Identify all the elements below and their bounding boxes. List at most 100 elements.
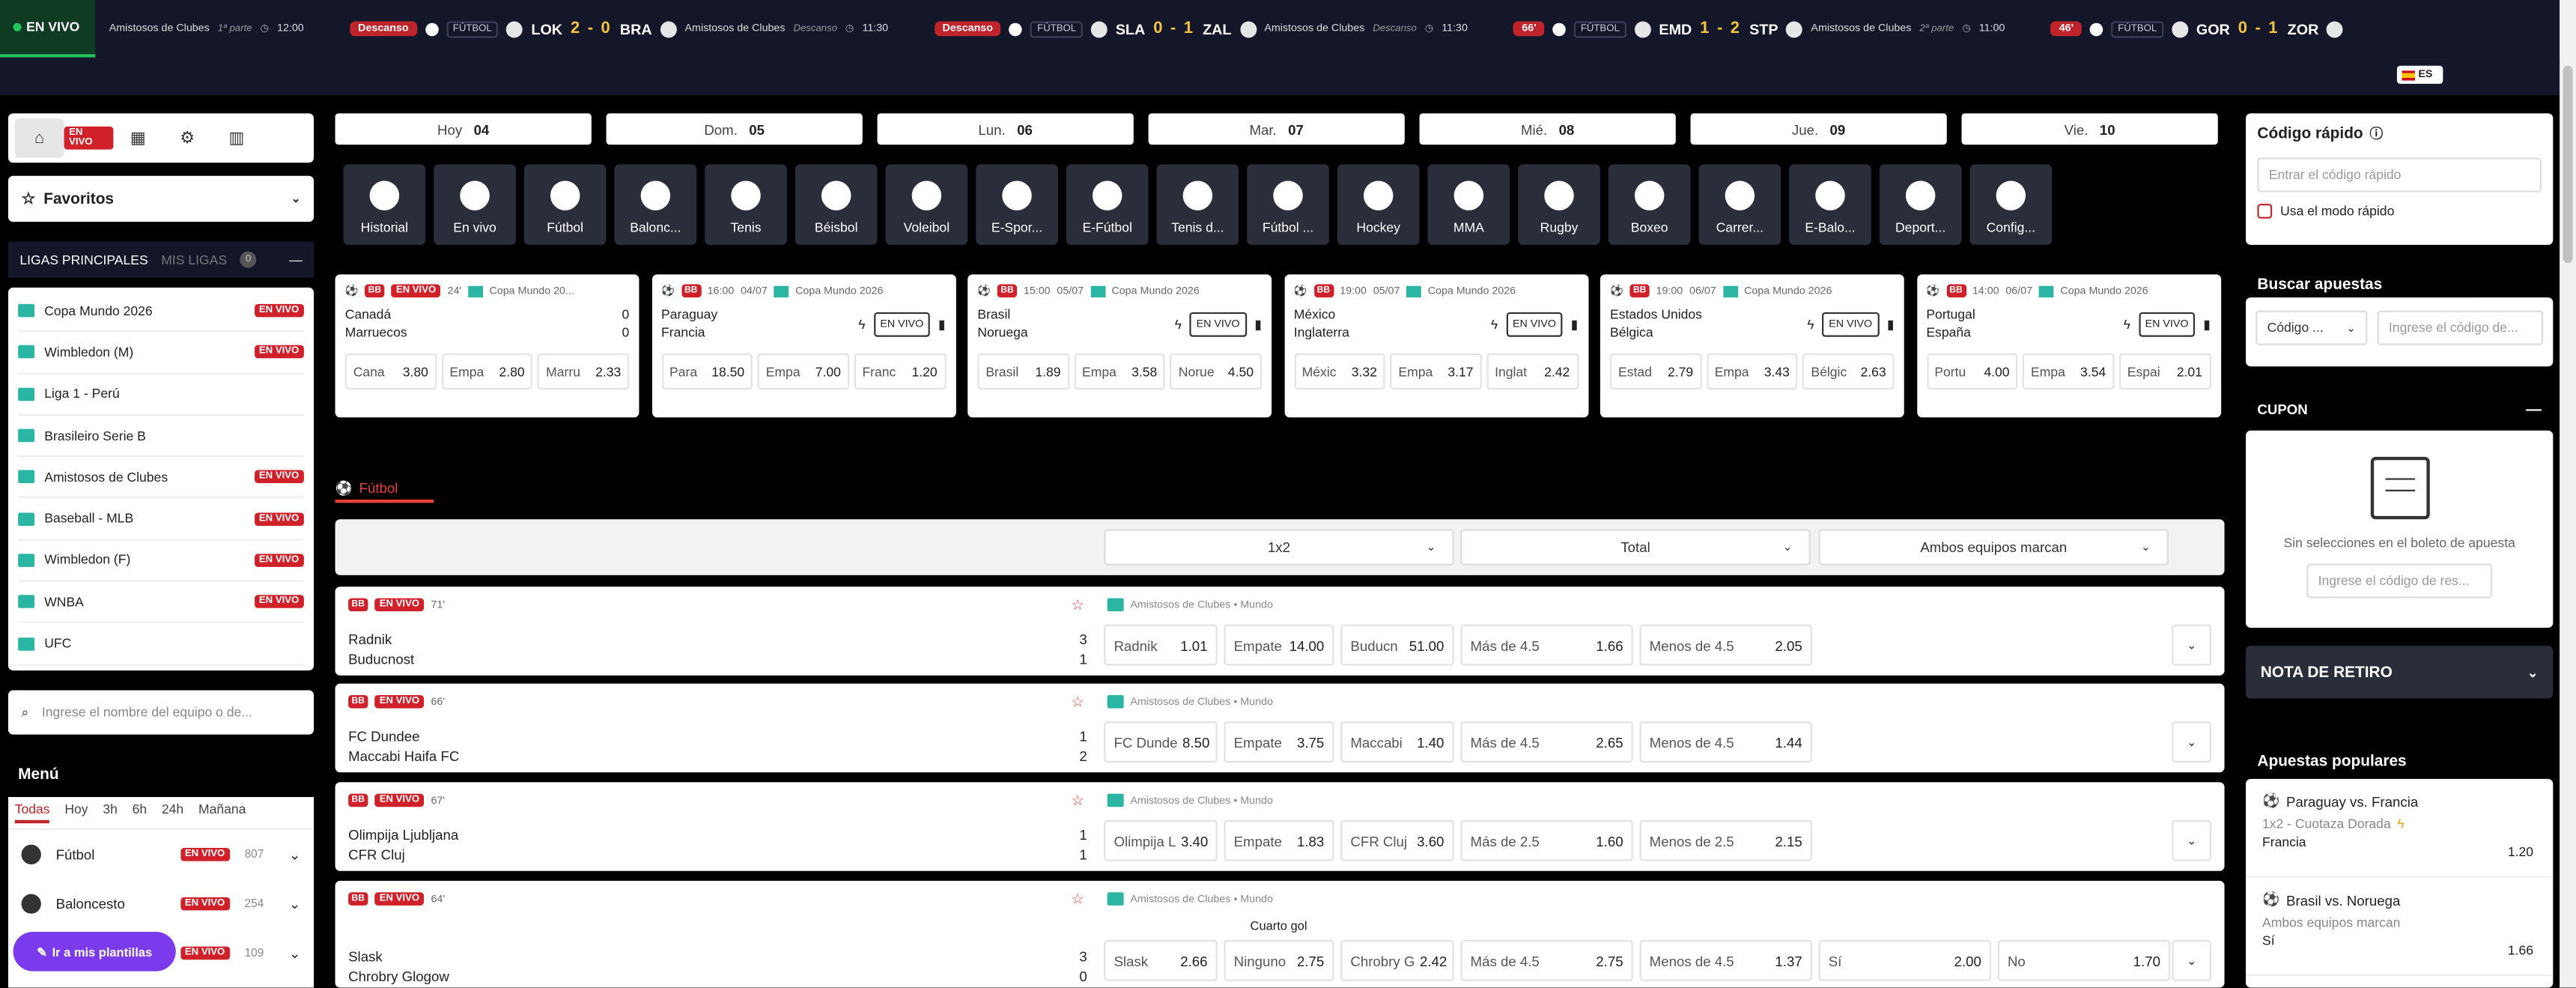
- bet-code-input[interactable]: Ingrese el código de...: [2377, 310, 2544, 345]
- sport-tile[interactable]: Hockey: [1337, 164, 1420, 245]
- date-tab[interactable]: Vie. 10: [1961, 113, 2218, 145]
- odd-button[interactable]: Maccabi 1.40: [1340, 721, 1454, 763]
- sport-tile[interactable]: Tenis d...: [1156, 164, 1239, 245]
- expand-button[interactable]: ⌄: [2172, 721, 2211, 763]
- league-item[interactable]: Amistosos de Clubes EN VIVO: [18, 457, 304, 499]
- menu-sport-row[interactable]: Baloncesto EN VIVO 254 ⌄: [8, 879, 314, 929]
- expand-button[interactable]: ⌄: [2172, 939, 2211, 981]
- odd-button[interactable]: Franc 1.20: [854, 353, 946, 390]
- featured-match-card[interactable]: ⚽ BB 19:00 06/07 Copa Mundo 2026 Estados Unid…: [1600, 274, 1904, 418]
- odd-button[interactable]: Buducn 51.00: [1340, 624, 1454, 666]
- date-tab[interactable]: Lun. 06: [877, 113, 1134, 145]
- odd-button[interactable]: Sí 2.00: [1818, 939, 1992, 981]
- odd-button[interactable]: Empa 7.00: [757, 353, 849, 390]
- ticker-item[interactable]: Amistosos de Clubes 1ª parte ◷ 12:00: [109, 23, 304, 34]
- featured-match-card[interactable]: ⚽ BB 14:00 06/07 Copa Mundo 2026 Portugal Espa…: [1916, 274, 2221, 418]
- odd-button[interactable]: Olimpija L 3.40: [1104, 819, 1218, 861]
- league-item[interactable]: Wimbledon (M) EN VIVO: [18, 333, 304, 375]
- ticker-live-toggle[interactable]: EN VIVO: [0, 0, 97, 58]
- odd-button[interactable]: Empa 2.80: [441, 353, 533, 390]
- odd-button[interactable]: Menos de 2.5 2.15: [1639, 819, 1812, 861]
- section-tab-futbol[interactable]: ⚽ Fútbol: [335, 476, 434, 503]
- sport-tile[interactable]: Rugby: [1518, 164, 1600, 245]
- date-tab[interactable]: Dom. 05: [606, 113, 863, 145]
- sport-tile[interactable]: Historial: [343, 164, 426, 245]
- menu-tab[interactable]: 6h: [133, 802, 148, 824]
- odd-button[interactable]: Ninguno 2.75: [1224, 939, 1334, 981]
- odd-button[interactable]: Cana 3.80: [344, 353, 437, 390]
- code-type-select[interactable]: Código ... ⌄: [2255, 310, 2368, 345]
- tab-main-leagues[interactable]: LIGAS PRINCIPALES: [19, 252, 148, 267]
- odd-button[interactable]: Empate 14.00: [1224, 624, 1334, 666]
- sport-tile[interactable]: E-Balo...: [1789, 164, 1871, 245]
- match-row[interactable]: BB EN VIVO 67' ☆ Amistosos de Clubes • Mundo…: [335, 782, 2225, 871]
- favorites-toggle[interactable]: ☆ Favoritos ⌄: [7, 175, 315, 222]
- featured-match-card[interactable]: ⚽ BB EN VIVO 24' Copa Mundo 20... Canadá Marru…: [335, 274, 640, 418]
- sport-tile[interactable]: Béisbol: [795, 164, 878, 245]
- odd-button[interactable]: Más de 2.5 1.60: [1460, 819, 1633, 861]
- tab-my-leagues[interactable]: MIS LIGAS: [161, 252, 227, 267]
- odd-button[interactable]: Bélgic 2.63: [1802, 353, 1895, 390]
- odd-button[interactable]: Más de 4.5 2.75: [1460, 939, 1633, 981]
- league-item[interactable]: UFC: [18, 623, 304, 665]
- sport-tile[interactable]: Fútbol ...: [1247, 164, 1329, 245]
- sport-tile[interactable]: MMA: [1427, 164, 1510, 245]
- popular-bet[interactable]: ⚽ Paraguay vs. Francia 1x2 - Cuotaza Dorad…: [2246, 779, 2554, 878]
- favorite-star-icon[interactable]: ☆: [1071, 891, 1084, 909]
- ticker-match[interactable]: 46' FÚTBOL GOR 0 - 1 ZOR: [2050, 19, 2368, 37]
- page-scrollbar[interactable]: [2560, 0, 2576, 988]
- booking-code-input[interactable]: Ingrese el código de res...: [2306, 563, 2493, 598]
- odd-button[interactable]: Más de 4.5 1.66: [1460, 624, 1633, 666]
- menu-tab[interactable]: Todas: [14, 802, 50, 824]
- date-tab[interactable]: Jue. 09: [1690, 113, 1947, 145]
- odd-button[interactable]: Empa 3.43: [1706, 353, 1798, 390]
- scrollbar-thumb[interactable]: [2563, 65, 2573, 264]
- menu-tab[interactable]: 3h: [103, 802, 118, 824]
- odd-button[interactable]: Méxic 3.32: [1293, 353, 1385, 390]
- odd-button[interactable]: Chrobry G 2.42: [1340, 939, 1454, 981]
- menu-sport-row[interactable]: Fútbol EN VIVO 807 ⌄: [8, 830, 314, 879]
- collapse-icon[interactable]: —: [289, 252, 303, 267]
- match-row[interactable]: BB EN VIVO 66' ☆ Amistosos de Clubes • Mundo…: [335, 683, 2225, 773]
- league-item[interactable]: Brasileiro Serie B: [18, 416, 304, 458]
- match-row[interactable]: BB EN VIVO 71' ☆ Amistosos de Clubes • Mundo…: [335, 587, 2225, 676]
- odd-button[interactable]: Empate 1.83: [1224, 819, 1334, 861]
- sport-tile[interactable]: Balonc...: [614, 164, 697, 245]
- ticker-match[interactable]: Descanso FÚTBOL SLA 0 - 1 ZAL Amistosos de Cl…: [934, 19, 1468, 37]
- league-item[interactable]: Baseball - MLB EN VIVO: [18, 499, 304, 541]
- odd-button[interactable]: Estad 2.79: [1610, 353, 1702, 390]
- sport-tile[interactable]: En vivo: [434, 164, 516, 245]
- league-item[interactable]: WNBA EN VIVO: [18, 582, 304, 624]
- calendar-button[interactable]: ▦: [113, 118, 162, 158]
- sport-tile[interactable]: Tenis: [705, 164, 787, 245]
- odd-button[interactable]: CFR Cluj 3.60: [1340, 819, 1454, 861]
- favorite-star-icon[interactable]: ☆: [1071, 694, 1084, 712]
- popular-bet[interactable]: ⚽ Brasil vs. Noruega Ambos equipos marcan S…: [2246, 878, 2554, 977]
- expand-button[interactable]: ⌄: [2172, 624, 2211, 666]
- language-selector[interactable]: ES: [2396, 65, 2443, 84]
- odd-button[interactable]: Espai 2.01: [2118, 353, 2211, 390]
- menu-tab[interactable]: Hoy: [64, 802, 88, 824]
- odd-button[interactable]: Más de 4.5 2.65: [1460, 721, 1633, 763]
- menu-tab[interactable]: Mañana: [198, 802, 246, 824]
- odd-button[interactable]: Brasil 1.89: [977, 353, 1069, 390]
- date-tab[interactable]: Mié. 08: [1419, 113, 1676, 145]
- expand-button[interactable]: ⌄: [2172, 819, 2211, 861]
- stats-button[interactable]: ▥: [212, 118, 261, 158]
- odd-button[interactable]: Empa 3.58: [1074, 353, 1166, 390]
- market-dropdown-btts[interactable]: Ambos equipos marcan ⌄: [1818, 529, 2169, 566]
- sport-tile[interactable]: Voleibol: [885, 164, 968, 245]
- odd-button[interactable]: Radnik 1.01: [1104, 624, 1218, 666]
- ticker-match[interactable]: 66' FÚTBOL EMD 1 - 2 STP Amistosos de Clubes 2…: [1513, 19, 2005, 37]
- templates-button[interactable]: ✎ Ir a mis plantillas: [13, 931, 176, 972]
- featured-match-card[interactable]: ⚽ BB 19:00 05/07 Copa Mundo 2026 México Inglat…: [1284, 274, 1588, 418]
- ticker-match[interactable]: Descanso FÚTBOL LOK 2 - 0 BRA Amistosos de Cl…: [350, 19, 888, 37]
- odd-button[interactable]: Menos de 4.5 1.44: [1639, 721, 1812, 763]
- favorite-star-icon[interactable]: ☆: [1071, 792, 1084, 810]
- odd-button[interactable]: Inglat 2.42: [1486, 353, 1579, 390]
- odd-button[interactable]: Menos de 4.5 2.05: [1639, 624, 1812, 666]
- odd-button[interactable]: Empa 3.17: [1390, 353, 1482, 390]
- odd-button[interactable]: Empa 3.54: [2023, 353, 2115, 390]
- sport-tile[interactable]: Deport...: [1879, 164, 1962, 245]
- withdrawal-note-toggle[interactable]: NOTA DE RETIRO ⌄: [2246, 646, 2554, 699]
